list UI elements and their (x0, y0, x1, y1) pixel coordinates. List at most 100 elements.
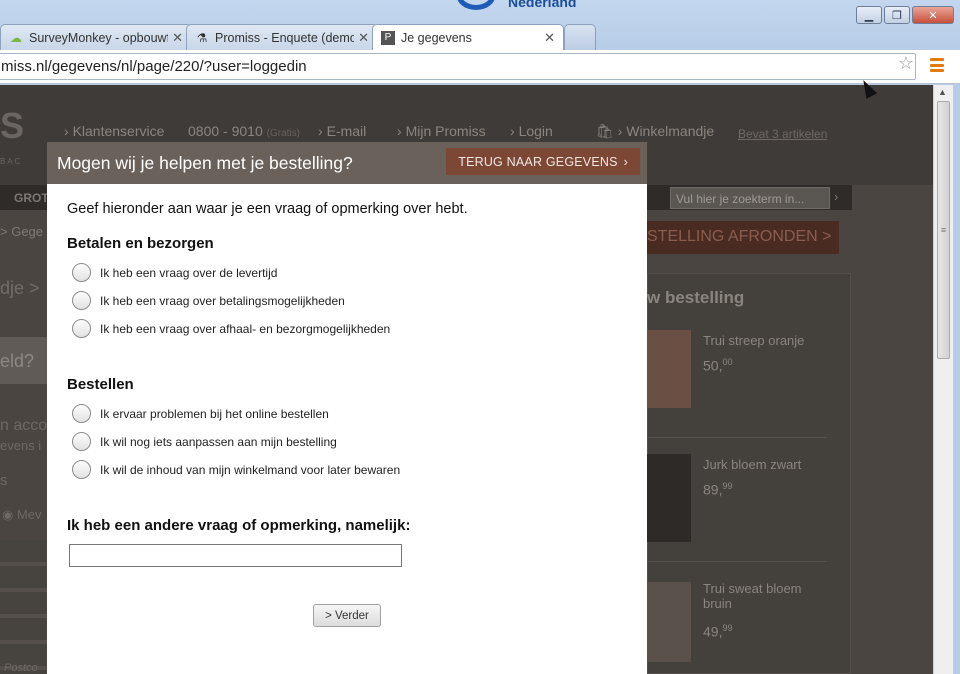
banner-logo-icon (456, 0, 496, 10)
left-label: s (0, 472, 8, 489)
radio-button[interactable] (72, 460, 91, 479)
nav-login[interactable]: › Login (510, 123, 553, 139)
product-price: 49,99 (703, 623, 732, 640)
option-bewaren[interactable]: Ik wil de inhoud van mijn winkelmand voo… (72, 460, 400, 479)
address-bar[interactable]: miss.nl/gegevens/nl/page/220/?user=logge… (0, 53, 916, 80)
tab-label: Promiss - Enquete (demo) (215, 30, 355, 45)
nav-winkelmandje[interactable]: 🛍 › Winkelmandje (596, 123, 714, 140)
tab-strip: ☁ SurveyMonkey - opbouwf ✕ ⚗ Promiss - E… (0, 24, 596, 50)
nav-klantenservice[interactable]: › Klantenservice (64, 123, 164, 139)
close-window-button[interactable]: ✕ (912, 6, 954, 24)
nav-email[interactable]: › E-mail (318, 123, 366, 139)
navbar-item[interactable]: GROT (14, 191, 49, 205)
product-name: Trui sweat bloem bruin (703, 581, 802, 611)
chevron-right-icon: › (623, 154, 628, 169)
other-question-label: Ik heb een andere vraag of opmerking, na… (67, 517, 411, 534)
nav-mijn-promiss[interactable]: › Mijn Promiss (397, 123, 486, 139)
order-summary-title: w bestelling (647, 288, 745, 307)
product-name: Jurk bloem zwart (703, 457, 802, 472)
promiss-icon: P (381, 30, 395, 45)
site-logo: S (0, 105, 25, 146)
product-image (647, 582, 691, 662)
vertical-scrollbar[interactable]: ▲ ≡ (933, 85, 953, 674)
price-dec: 00 (722, 357, 733, 367)
tab-promiss-enquete[interactable]: ⚗ Promiss - Enquete (demo) ✕ (186, 24, 378, 50)
other-question-input[interactable] (69, 544, 402, 567)
scroll-up-icon[interactable]: ▲ (938, 87, 947, 97)
banner-text: Nederland (508, 0, 577, 10)
radio-selected-icon: ◉ (2, 507, 14, 522)
section-title-bestellen: Bestellen (67, 376, 134, 393)
browser-toolbar: miss.nl/gegevens/nl/page/220/?user=logge… (0, 50, 960, 84)
option-afhaal-bezorg[interactable]: Ik heb een vraag over afhaal- en bezorgm… (72, 319, 390, 338)
product-image (647, 330, 691, 408)
radio-button[interactable] (72, 432, 91, 451)
postcode-placeholder: Postco (4, 662, 38, 674)
tab-label: SurveyMonkey - opbouwf (29, 30, 169, 45)
radio-button[interactable] (72, 319, 91, 338)
minimize-button[interactable]: ▁ (856, 6, 882, 24)
account-text: evens i (0, 438, 42, 453)
price-int: 89, (703, 481, 723, 498)
option-label: Ik wil de inhoud van mijn winkelmand voo… (100, 462, 401, 477)
product-price: 89,99 (703, 481, 732, 498)
bookmark-star-icon[interactable]: ☆ (898, 53, 914, 74)
dialog-title: Mogen wij je helpen met je bestelling? (57, 153, 353, 173)
section-title-betalen: Betalen en bezorgen (67, 235, 214, 252)
option-betalingsmogelijkheden[interactable]: Ik heb een vraag over betalingsmogelijkh… (72, 291, 345, 310)
nav-klantenservice-label: Klantenservice (72, 123, 165, 139)
radio-button[interactable] (72, 263, 91, 282)
cart-count-link[interactable]: Bevat 3 artikelen (738, 125, 827, 141)
breadcrumb: > Gege (0, 224, 44, 239)
site-search-input[interactable]: Vul hier je zoekterm in... (670, 187, 830, 209)
radio-button[interactable] (72, 404, 91, 423)
tab-je-gegevens[interactable]: P Je gegevens ✕ (372, 24, 564, 50)
cart-count-text: Bevat 3 artikelen (738, 127, 828, 141)
scroll-thumb[interactable]: ≡ (937, 101, 950, 359)
tab-surveymonkey[interactable]: ☁ SurveyMonkey - opbouwf ✕ (0, 24, 192, 50)
option-label: Ik ervaar problemen bij het online beste… (100, 406, 329, 421)
option-label: Ik heb een vraag over betalingsmogelijkh… (100, 293, 345, 308)
browser-window: Nederland ▁ ❐ ✕ ☁ SurveyMonkey - opbouwf… (0, 0, 960, 674)
option-aanpassen[interactable]: Ik wil nog iets aanpassen aan mijn beste… (72, 432, 337, 451)
option-online-bestellen[interactable]: Ik ervaar problemen bij het online beste… (72, 404, 329, 423)
dialog-intro: Geef hieronder aan waar je een vraag of … (67, 201, 468, 217)
close-icon[interactable]: ✕ (544, 30, 555, 46)
option-levertijd[interactable]: Ik heb een vraag over de levertijd (72, 263, 277, 282)
divider (647, 561, 827, 562)
price-int: 49, (703, 623, 723, 640)
nav-mijn-label: Mijn Promiss (405, 123, 486, 139)
back-to-details-button[interactable]: TERUG NAAR GEGEVENS › (446, 148, 640, 175)
address-text: miss.nl/gegevens/nl/page/220/?user=logge… (1, 58, 307, 75)
new-tab-button[interactable] (564, 24, 596, 50)
product-name: Trui streep oranje (703, 333, 805, 348)
price-int: 50, (703, 357, 723, 374)
nav-login-label: Login (518, 123, 553, 139)
verder-button[interactable]: > Verder (313, 604, 381, 627)
option-label: Ik wil nog iets aanpassen aan mijn beste… (100, 434, 337, 449)
window-frame (953, 85, 960, 674)
dialog-header: Mogen wij je helpen met je bestelling? T… (47, 142, 647, 184)
option-label: Ik heb een vraag over de levertijd (100, 265, 278, 280)
product-image (647, 454, 691, 542)
radio-button[interactable] (72, 291, 91, 310)
form-fields (0, 540, 47, 674)
salutation-label: Mev (16, 507, 42, 522)
salutation-radio[interactable]: ◉ Mev (2, 507, 42, 523)
price-dec: 99 (722, 481, 733, 491)
step-indicator: dje > (0, 278, 40, 298)
option-label: Ik heb een vraag over afhaal- en bezorgm… (100, 321, 391, 336)
afronden-label: STELLING AFRONDEN > (647, 228, 832, 245)
search-arrow-icon[interactable]: › (834, 189, 838, 204)
page-viewport: S BAC › Klantenservice 0800 - 9010 (Grat… (0, 85, 933, 674)
afronden-button[interactable]: STELLING AFRONDEN > (647, 221, 839, 254)
close-icon[interactable]: ✕ (172, 30, 183, 46)
flask-icon: ⚗ (196, 30, 208, 45)
product-price: 50,00 (703, 357, 732, 374)
tab-label: Je gegevens (401, 30, 472, 45)
window-controls: ▁ ❐ ✕ (856, 6, 954, 24)
maximize-button[interactable]: ❐ (884, 6, 910, 24)
close-icon[interactable]: ✕ (358, 30, 369, 46)
nav-winkelmandje-label: Winkelmandje (626, 123, 715, 139)
browser-menu-icon[interactable] (930, 58, 944, 72)
